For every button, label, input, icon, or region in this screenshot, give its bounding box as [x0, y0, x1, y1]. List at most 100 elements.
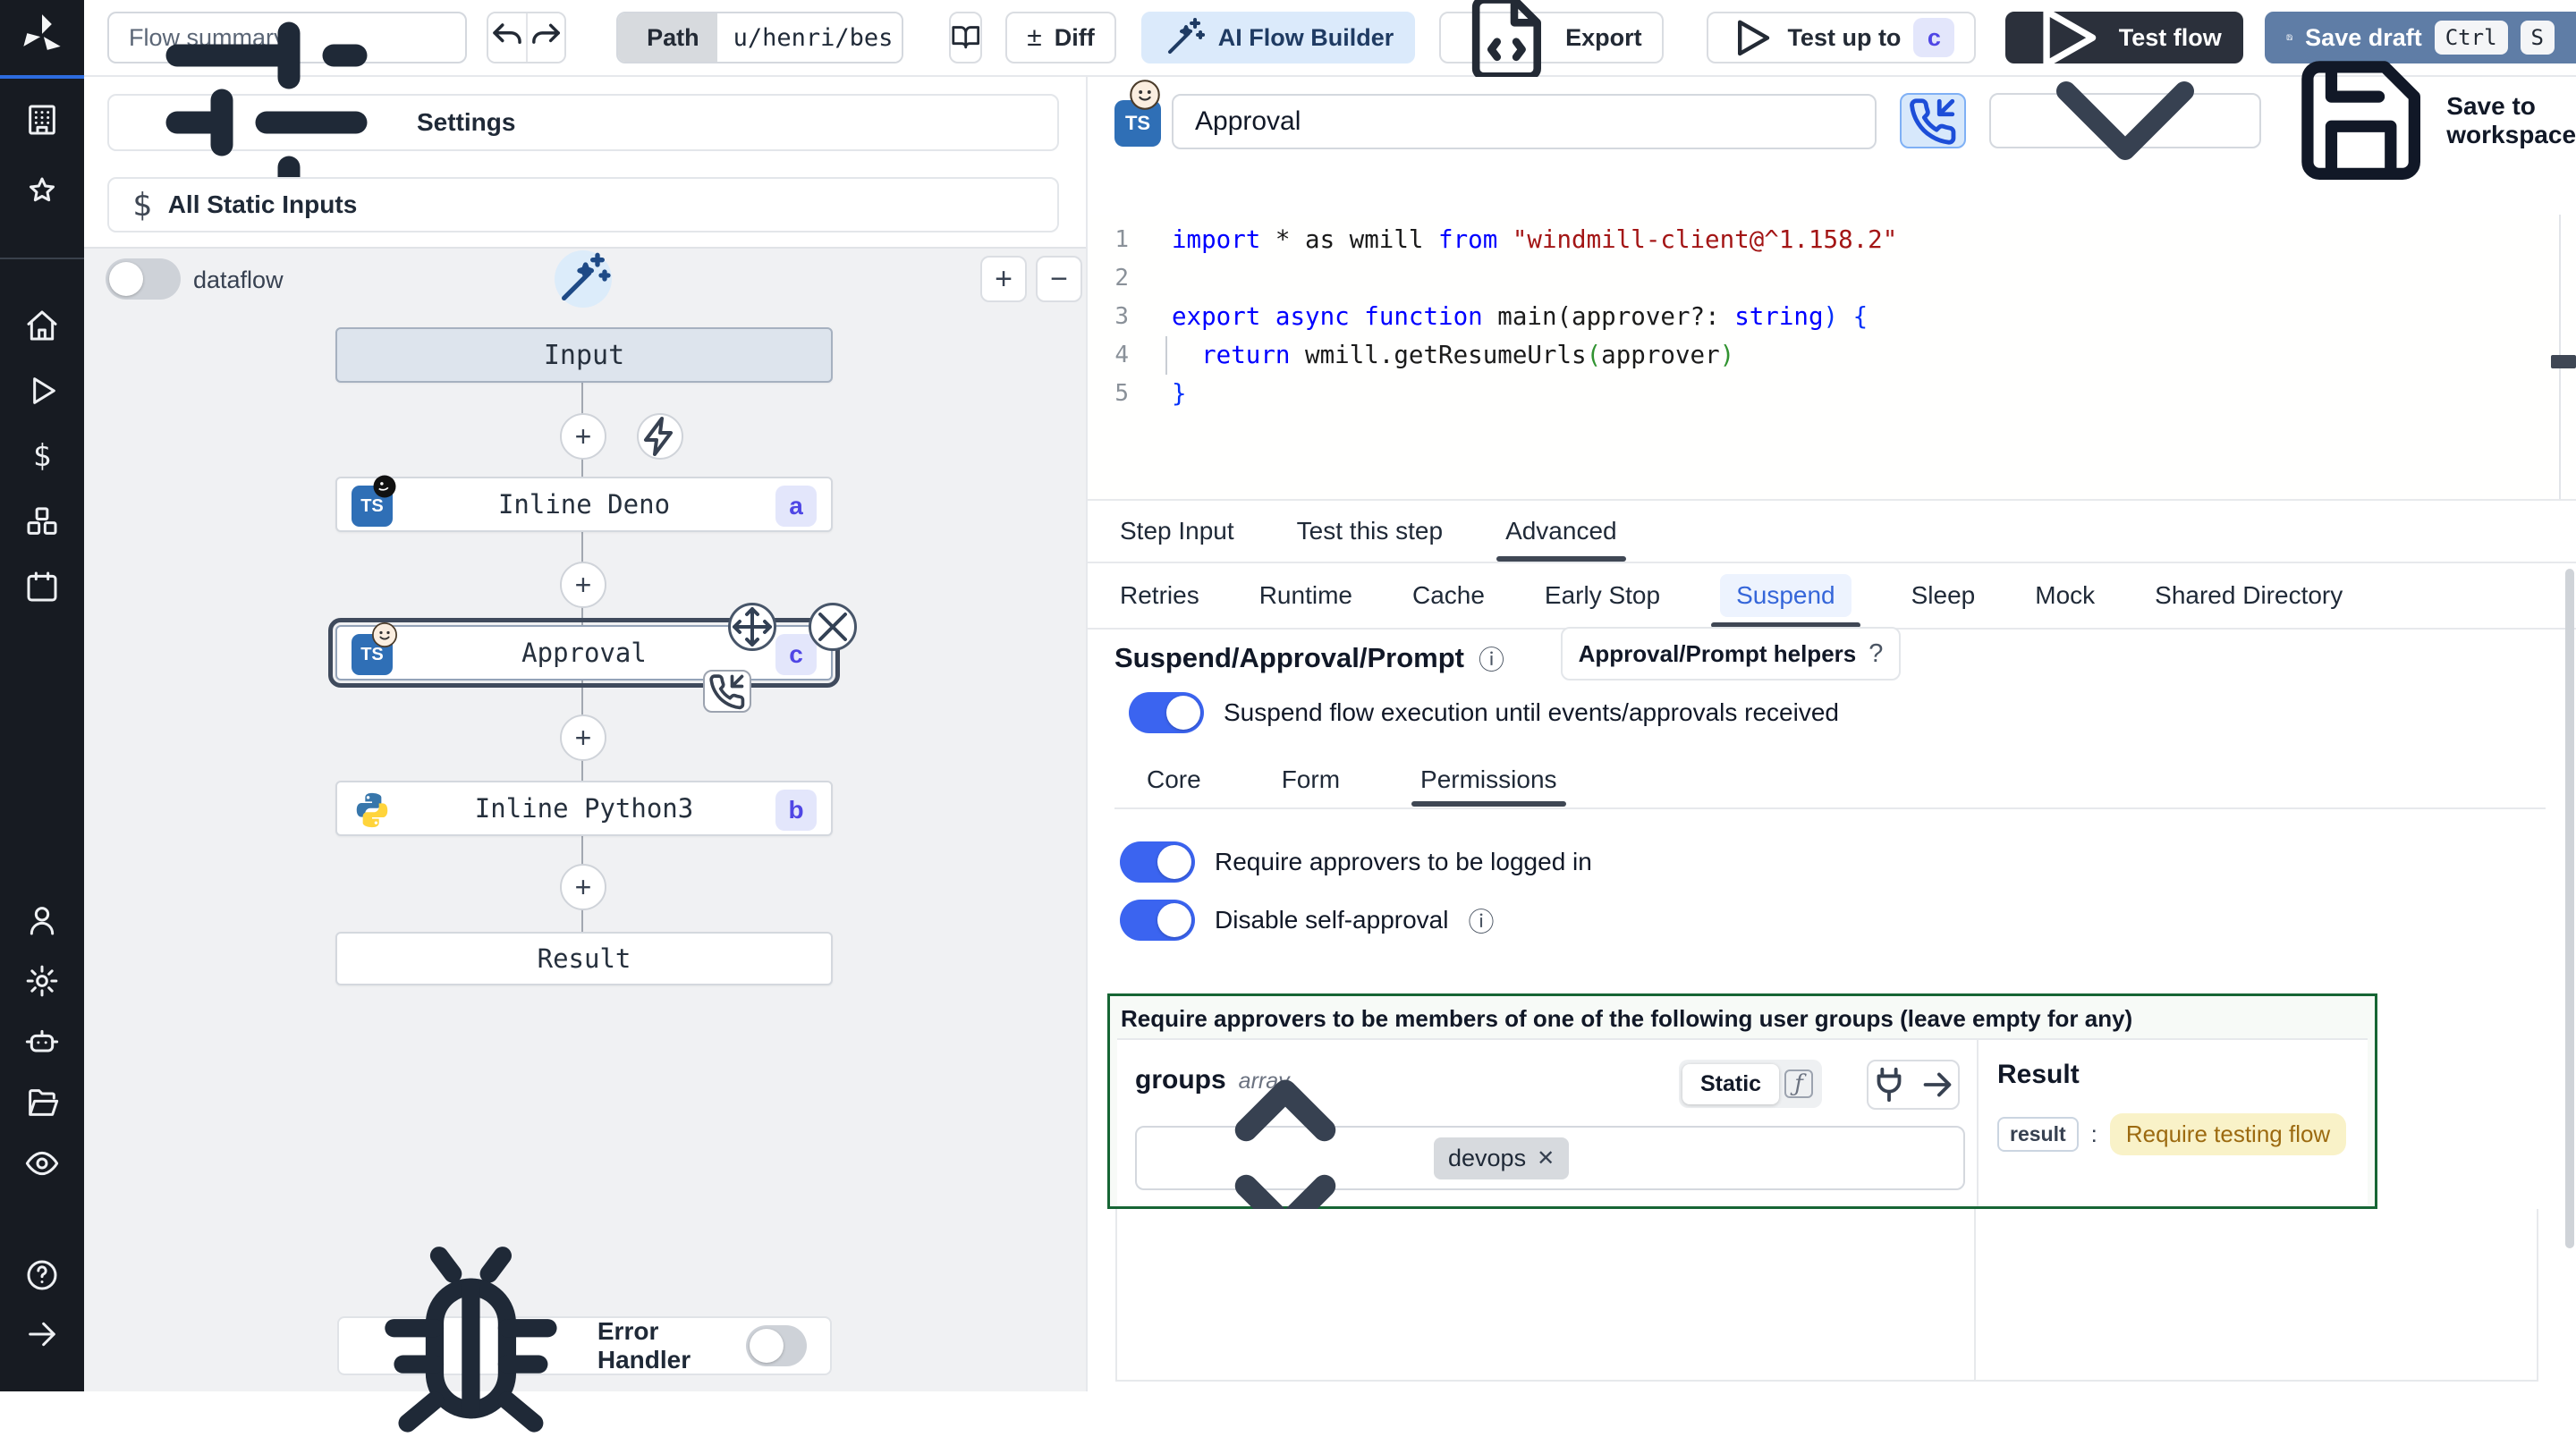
phone-incoming-badge[interactable]	[703, 670, 751, 713]
info-icon[interactable]: ⓘ	[1468, 901, 1494, 939]
error-handler-toggle[interactable]	[746, 1325, 807, 1366]
undo-button[interactable]	[488, 13, 527, 62]
approver-groups-box: Require approvers to be members of one o…	[1107, 993, 2377, 1237]
dollar-icon: $	[132, 186, 152, 224]
diff-button[interactable]: ± Diff	[1005, 12, 1116, 63]
deno-icon	[371, 473, 398, 500]
trigger-zap-button[interactable]	[637, 413, 683, 460]
arrow-right-icon[interactable]	[24, 1316, 60, 1352]
robot-icon[interactable]	[24, 1024, 60, 1060]
panel-scrollbar[interactable]	[2565, 569, 2574, 1248]
tab-test-this-step[interactable]: Test this step	[1292, 501, 1448, 562]
tab-runtime[interactable]: Runtime	[1254, 563, 1358, 628]
tab-label: Step Input	[1120, 517, 1234, 545]
tab-cache[interactable]: Cache	[1407, 563, 1490, 628]
code-line[interactable]: 3 export async function main(approver?: s…	[1088, 297, 2576, 335]
dataflow-toggle[interactable]	[106, 258, 181, 300]
windmill-logo-icon[interactable]	[19, 13, 65, 59]
approval-phone-button[interactable]	[1900, 93, 1966, 148]
sidebar-accent-bar	[0, 75, 84, 79]
play-icon[interactable]	[24, 373, 60, 409]
plug-icon	[1868, 1064, 1910, 1105]
group-chip-devops[interactable]: devops ✕	[1434, 1137, 1570, 1179]
editor-scrollbar-thumb[interactable]	[2551, 355, 2576, 368]
add-step-button[interactable]: +	[560, 562, 606, 608]
tab-sleep[interactable]: Sleep	[1906, 563, 1981, 628]
tab-shared-directory[interactable]: Shared Directory	[2149, 563, 2348, 628]
dollar-icon[interactable]: $	[24, 438, 60, 474]
chip-remove-icon[interactable]: ✕	[1537, 1145, 1555, 1171]
redo-button[interactable]	[526, 13, 565, 62]
flow-settings-button[interactable]: Settings	[107, 21, 1059, 224]
tab-permissions[interactable]: Permissions	[1411, 753, 1567, 807]
calendar-icon[interactable]	[24, 569, 60, 604]
add-step-button[interactable]: +	[560, 864, 606, 910]
disable-self-approval-toggle[interactable]	[1120, 900, 1195, 941]
building-icon[interactable]	[24, 102, 60, 138]
groups-array-input[interactable]: devops ✕	[1135, 1079, 1965, 1237]
test-up-to-button[interactable]: Test up to c	[1706, 12, 1977, 63]
step-panel: TS Save to workspace $$ 1import * as wmi…	[1088, 61, 2576, 1391]
path-value: u/henri/bes	[716, 13, 902, 62]
connect-input-button[interactable]	[1867, 1060, 1960, 1110]
node-input[interactable]: Input	[335, 327, 833, 383]
tab-form[interactable]: Form	[1276, 753, 1345, 807]
function-icon[interactable]: ƒ	[1779, 1064, 1818, 1103]
code-line[interactable]: 2	[1088, 258, 2576, 297]
colon: :	[2090, 1120, 2097, 1147]
help-icon[interactable]	[24, 1257, 60, 1293]
ai-flow-builder-label: AI Flow Builder	[1217, 23, 1394, 51]
zoom-out-button[interactable]: −	[1036, 256, 1082, 302]
tab-step-input[interactable]: Step Input	[1114, 501, 1240, 562]
path-button[interactable]: Path u/henri/bes	[616, 12, 903, 63]
export-button[interactable]: Export	[1439, 0, 1664, 80]
move-node-button[interactable]	[728, 603, 776, 651]
delete-node-button[interactable]	[809, 603, 857, 651]
code-editor[interactable]: 1 import * as wmill from "windmill-client…	[1088, 215, 2576, 499]
add-step-button[interactable]: +	[560, 413, 606, 460]
zoom-in-button[interactable]: +	[980, 256, 1027, 302]
line-number: 3	[1114, 302, 1129, 330]
book-open-icon	[951, 22, 980, 52]
all-static-inputs-button[interactable]: $ All Static Inputs	[107, 177, 1059, 232]
tab-early-stop[interactable]: Early Stop	[1539, 563, 1665, 628]
require-logged-in-label: Require approvers to be logged in	[1215, 848, 1592, 875]
gear-icon[interactable]	[24, 963, 60, 999]
step-kind-dropdown[interactable]	[1989, 81, 2261, 160]
ai-graph-wand-button[interactable]	[555, 250, 612, 308]
code-line[interactable]: 5}	[1088, 374, 2576, 412]
info-icon[interactable]: ⓘ	[1479, 639, 1504, 677]
user-icon[interactable]	[24, 902, 60, 938]
docs-button[interactable]	[948, 12, 983, 63]
magic-wand-icon	[1163, 16, 1206, 59]
deploy-button-partial[interactable]	[2556, 12, 2576, 63]
error-handler-box[interactable]: Error Handler	[337, 1246, 832, 1433]
tab-retries[interactable]: Retries	[1114, 563, 1205, 628]
node-inline-deno[interactable]: TS Inline Deno a	[335, 475, 833, 532]
ai-flow-builder-button[interactable]: AI Flow Builder	[1140, 12, 1416, 63]
code-line[interactable]: 1 import * as wmill from "windmill-client…	[1088, 220, 2576, 258]
node-result[interactable]: Result	[335, 932, 833, 985]
require-logged-in-toggle[interactable]	[1120, 841, 1195, 883]
home-icon[interactable]	[24, 308, 60, 343]
static-option[interactable]: Static	[1682, 1063, 1780, 1104]
code-line[interactable]: 4 return wmill.getResumeUrls(approver)	[1088, 335, 2576, 374]
static-dynamic-switch[interactable]: Static ƒ	[1679, 1060, 1823, 1108]
eye-icon[interactable]	[24, 1145, 60, 1181]
tab-core[interactable]: Core	[1141, 753, 1207, 807]
suspend-flow-toggle[interactable]	[1129, 692, 1204, 733]
save-icon	[2286, 34, 2292, 41]
step-title-input[interactable]	[1172, 94, 1877, 149]
boxes-icon[interactable]	[24, 503, 60, 539]
suspend-toggle-label: Suspend flow execution until events/appr…	[1224, 698, 1839, 726]
tab-advanced[interactable]: Advanced	[1496, 501, 1626, 562]
add-step-button[interactable]: +	[560, 714, 606, 761]
folder-icon[interactable]	[24, 1085, 60, 1120]
approval-prompt-helpers-button[interactable]: Approval/Prompt helpers ?	[1561, 627, 1901, 681]
tab-mock[interactable]: Mock	[2029, 563, 2100, 628]
star-icon[interactable]	[24, 174, 60, 210]
tab-suspend[interactable]: Suspend	[1711, 563, 1860, 628]
divider	[1114, 807, 2546, 809]
node-inline-python[interactable]: Inline Python3 b	[335, 781, 833, 836]
save-to-workspace-button[interactable]: Save to workspace	[2290, 61, 2576, 181]
